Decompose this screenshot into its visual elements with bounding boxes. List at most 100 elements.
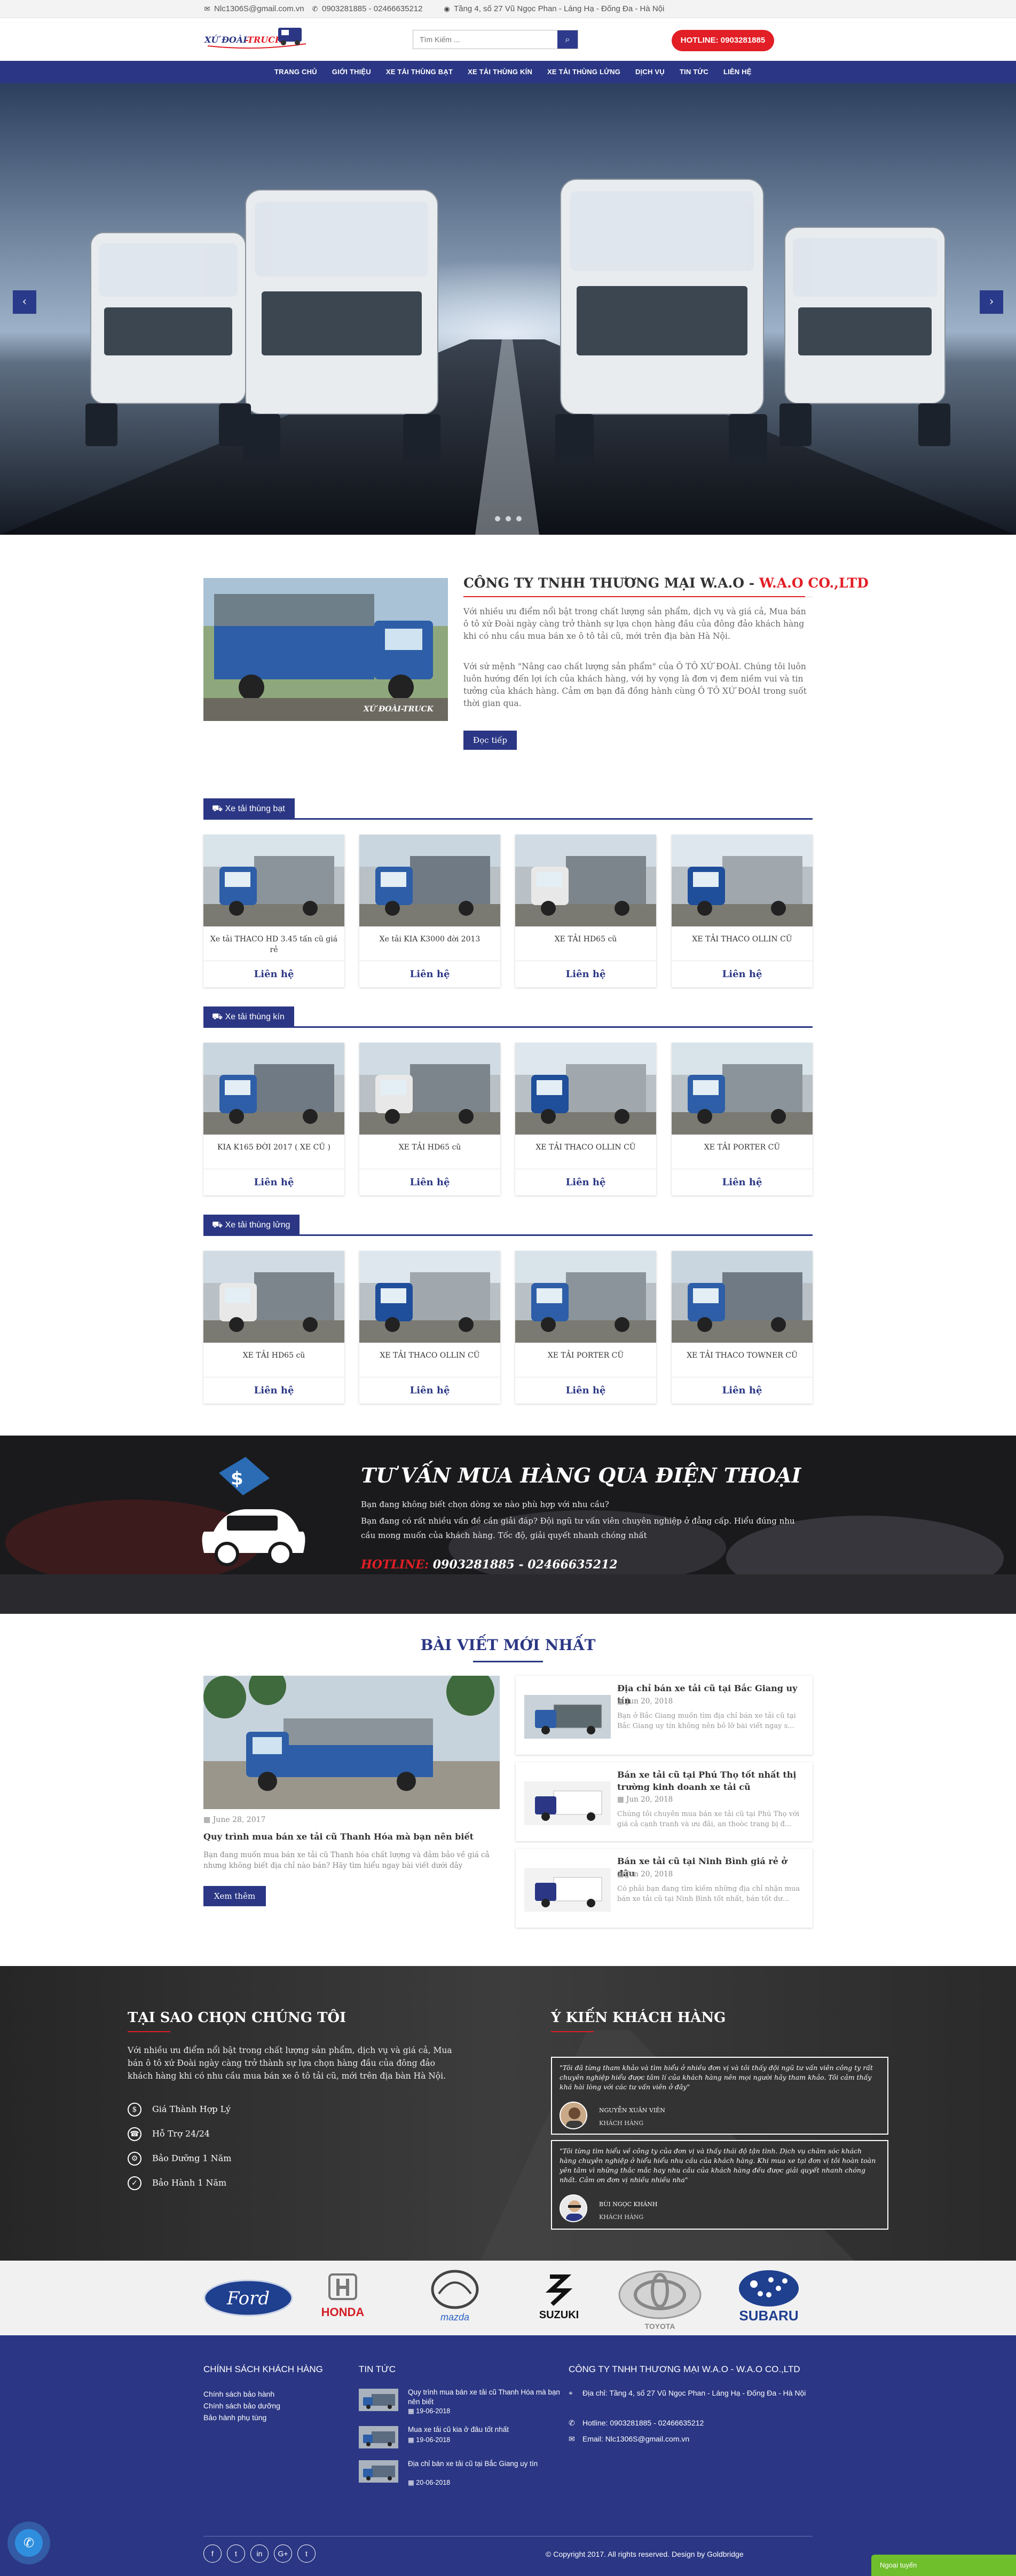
- search-input[interactable]: [413, 30, 557, 49]
- consult-hotline[interactable]: HOTLINE: 0903281885 - 02466635212: [361, 1558, 618, 1572]
- contact-button[interactable]: Liên hệ: [672, 1169, 813, 1195]
- nav-item[interactable]: XE TẢI THÙNG KÍN: [460, 61, 540, 83]
- product-image[interactable]: [672, 1043, 813, 1135]
- contact-button[interactable]: Liên hệ: [515, 961, 656, 987]
- footer-news-title[interactable]: Mua xe tải cũ kia ở đâu tốt nhất: [408, 2425, 563, 2435]
- read-more-button[interactable]: Đọc tiếp: [463, 731, 517, 750]
- policy-link-maintenance[interactable]: Chính sách bảo dưỡng: [203, 2401, 280, 2410]
- nav-item[interactable]: DỊCH VỤ: [628, 61, 672, 83]
- product-image[interactable]: [672, 835, 813, 926]
- brand-mazda[interactable]: mazda: [431, 2270, 479, 2323]
- news-thumbnail[interactable]: [524, 1695, 611, 1739]
- nav-item[interactable]: XE TẢI THÙNG BẠT: [379, 61, 460, 83]
- news-thumbnail[interactable]: [524, 1781, 611, 1825]
- section-tab[interactable]: ⛟ Xe tải thùng lửng: [203, 1215, 300, 1236]
- product-name[interactable]: Xe tải THACO HD 3.45 tấn cũ giá rẻ: [203, 934, 344, 955]
- section-tab[interactable]: ⛟ Xe tải thùng bạt: [203, 798, 295, 820]
- product-name[interactable]: XE TẢI HD65 cũ: [359, 1142, 500, 1153]
- brand-honda[interactable]: HONDA: [321, 2273, 365, 2319]
- product-name[interactable]: KIA K165 ĐỜI 2017 ( XE CŨ ): [203, 1142, 344, 1153]
- policy-link-parts[interactable]: Bảo hành phụ tùng: [203, 2413, 266, 2422]
- contact-button[interactable]: Liên hệ: [203, 1169, 344, 1195]
- hero-dot[interactable]: [495, 516, 500, 521]
- section-tab[interactable]: ⛟ Xe tải thùng kín: [203, 1006, 294, 1028]
- brand-toyota[interactable]: TOYOTA: [618, 2270, 702, 2331]
- side-news-title[interactable]: Bán xe tải cũ tại Phú Thọ tốt nhất thị t…: [617, 1769, 804, 1793]
- hero-prev-button[interactable]: ‹: [13, 290, 36, 314]
- nav-item[interactable]: LIÊN HỆ: [716, 61, 759, 83]
- product-card[interactable]: XE TẢI HD65 cũ Liên hệ: [515, 835, 656, 987]
- product-name[interactable]: XE TẢI THACO OLLIN CŨ: [359, 1350, 500, 1361]
- product-name[interactable]: XE TẢI THACO OLLIN CŨ: [515, 1142, 656, 1153]
- nav-item[interactable]: GIỚI THIỆU: [325, 61, 379, 83]
- contact-button[interactable]: Liên hệ: [203, 1377, 344, 1404]
- product-image[interactable]: [672, 1251, 813, 1343]
- news-main-title[interactable]: Quy trình mua bán xe tải cũ Thanh Hóa mà…: [203, 1832, 500, 1842]
- product-card[interactable]: KIA K165 ĐỜI 2017 ( XE CŨ ) Liên hệ: [203, 1043, 344, 1195]
- search-button[interactable]: ⌕: [557, 30, 578, 49]
- site-logo[interactable]: XỨ ĐOÀI -TRUCK: [203, 22, 310, 56]
- product-card[interactable]: XE TẢI THACO OLLIN CŨ Liên hệ: [515, 1043, 656, 1195]
- brand-ford[interactable]: Ford: [203, 2279, 293, 2317]
- product-image[interactable]: [203, 1251, 344, 1343]
- footer-news-thumbnail[interactable]: [359, 2460, 398, 2483]
- product-card[interactable]: XE TẢI THACO OLLIN CŨ Liên hệ: [672, 835, 813, 987]
- product-name[interactable]: Xe tải KIA K3000 đời 2013: [359, 934, 500, 945]
- contact-button[interactable]: Liên hệ: [515, 1169, 656, 1195]
- product-image[interactable]: [515, 835, 656, 926]
- hotline-button[interactable]: HOTLINE: 0903281885: [672, 30, 774, 51]
- contact-button[interactable]: Liên hệ: [359, 1169, 500, 1195]
- product-name[interactable]: XE TẢI THACO OLLIN CŨ: [672, 934, 813, 945]
- twitter-icon[interactable]: t: [227, 2545, 245, 2563]
- nav-item[interactable]: XE TẢI THÙNG LỬNG: [540, 61, 628, 83]
- product-name[interactable]: XE TẢI PORTER CŨ: [672, 1142, 813, 1153]
- contact-button[interactable]: Liên hệ: [359, 1377, 500, 1404]
- product-name[interactable]: XE TẢI PORTER CŨ: [515, 1350, 656, 1361]
- product-image[interactable]: [359, 1043, 500, 1135]
- brand-suzuki[interactable]: SUZUKI: [539, 2274, 579, 2321]
- news-thumbnail[interactable]: [524, 1868, 611, 1912]
- topbar-phone[interactable]: ✆ 0903281885 - 02466635212: [311, 4, 423, 13]
- product-image[interactable]: [359, 1251, 500, 1343]
- product-image[interactable]: [203, 1043, 344, 1135]
- contact-button[interactable]: Liên hệ: [359, 961, 500, 987]
- hero-dot[interactable]: [516, 516, 522, 521]
- call-now-button[interactable]: ✆: [7, 2522, 50, 2564]
- linkedin-icon[interactable]: in: [250, 2545, 269, 2563]
- contact-button[interactable]: Liên hệ: [515, 1377, 656, 1404]
- nav-item[interactable]: TIN TỨC: [672, 61, 716, 83]
- facebook-icon[interactable]: f: [203, 2545, 222, 2563]
- product-card[interactable]: Xe tải KIA K3000 đời 2013 Liên hệ: [359, 835, 500, 987]
- footer-news-thumbnail[interactable]: [359, 2426, 398, 2448]
- product-name[interactable]: XE TẢI THACO TOWNER CŨ: [672, 1350, 813, 1361]
- nav-item[interactable]: TRANG CHỦ: [267, 61, 325, 83]
- footer-hotline[interactable]: ✆ Hotline: 0903281885 - 02466635212: [569, 2419, 704, 2428]
- side-news-item[interactable]: Bán xe tải cũ tại Ninh Bình giá rẻ ở đâu…: [516, 1849, 813, 1928]
- topbar-email[interactable]: ✉ Nlc1306S@gmail.com.vn: [203, 4, 304, 13]
- product-image[interactable]: [515, 1251, 656, 1343]
- product-card[interactable]: XE TẢI PORTER CŨ Liên hệ: [672, 1043, 813, 1195]
- product-image[interactable]: [203, 835, 344, 926]
- product-name[interactable]: XE TẢI HD65 cũ: [515, 934, 656, 945]
- news-main-image[interactable]: [203, 1676, 500, 1809]
- contact-button[interactable]: Liên hệ: [672, 1377, 813, 1404]
- product-card[interactable]: Xe tải THACO HD 3.45 tấn cũ giá rẻ Liên h…: [203, 835, 344, 987]
- side-news-item[interactable]: Địa chỉ bán xe tải cũ tại Bắc Giang uy t…: [516, 1676, 813, 1755]
- policy-link-warranty[interactable]: Chính sách bảo hành: [203, 2390, 274, 2398]
- product-card[interactable]: XE TẢI HD65 cũ Liên hệ: [203, 1251, 344, 1404]
- online-chat-tab[interactable]: Ngoại tuyến: [871, 2555, 1016, 2576]
- hero-dot[interactable]: [506, 516, 511, 521]
- product-image[interactable]: [359, 835, 500, 926]
- product-card[interactable]: XE TẢI HD65 cũ Liên hệ: [359, 1043, 500, 1195]
- brand-subaru[interactable]: SUBARU: [739, 2270, 799, 2324]
- footer-news-title[interactable]: Địa chỉ bán xe tải cũ tại Bắc Giang uy t…: [408, 2459, 563, 2469]
- side-news-item[interactable]: Bán xe tải cũ tại Phú Thọ tốt nhất thị t…: [516, 1762, 813, 1841]
- footer-news-title[interactable]: Quy trình mua bán xe tải cũ Thanh Hóa mà…: [408, 2388, 563, 2407]
- product-name[interactable]: XE TẢI HD65 cũ: [203, 1350, 344, 1361]
- product-card[interactable]: XE TẢI PORTER CŨ Liên hệ: [515, 1251, 656, 1404]
- product-image[interactable]: [515, 1043, 656, 1135]
- contact-button[interactable]: Liên hệ: [203, 961, 344, 987]
- google-plus-icon[interactable]: G+: [274, 2545, 292, 2563]
- footer-news-thumbnail[interactable]: [359, 2389, 398, 2411]
- product-card[interactable]: XE TẢI THACO OLLIN CŨ Liên hệ: [359, 1251, 500, 1404]
